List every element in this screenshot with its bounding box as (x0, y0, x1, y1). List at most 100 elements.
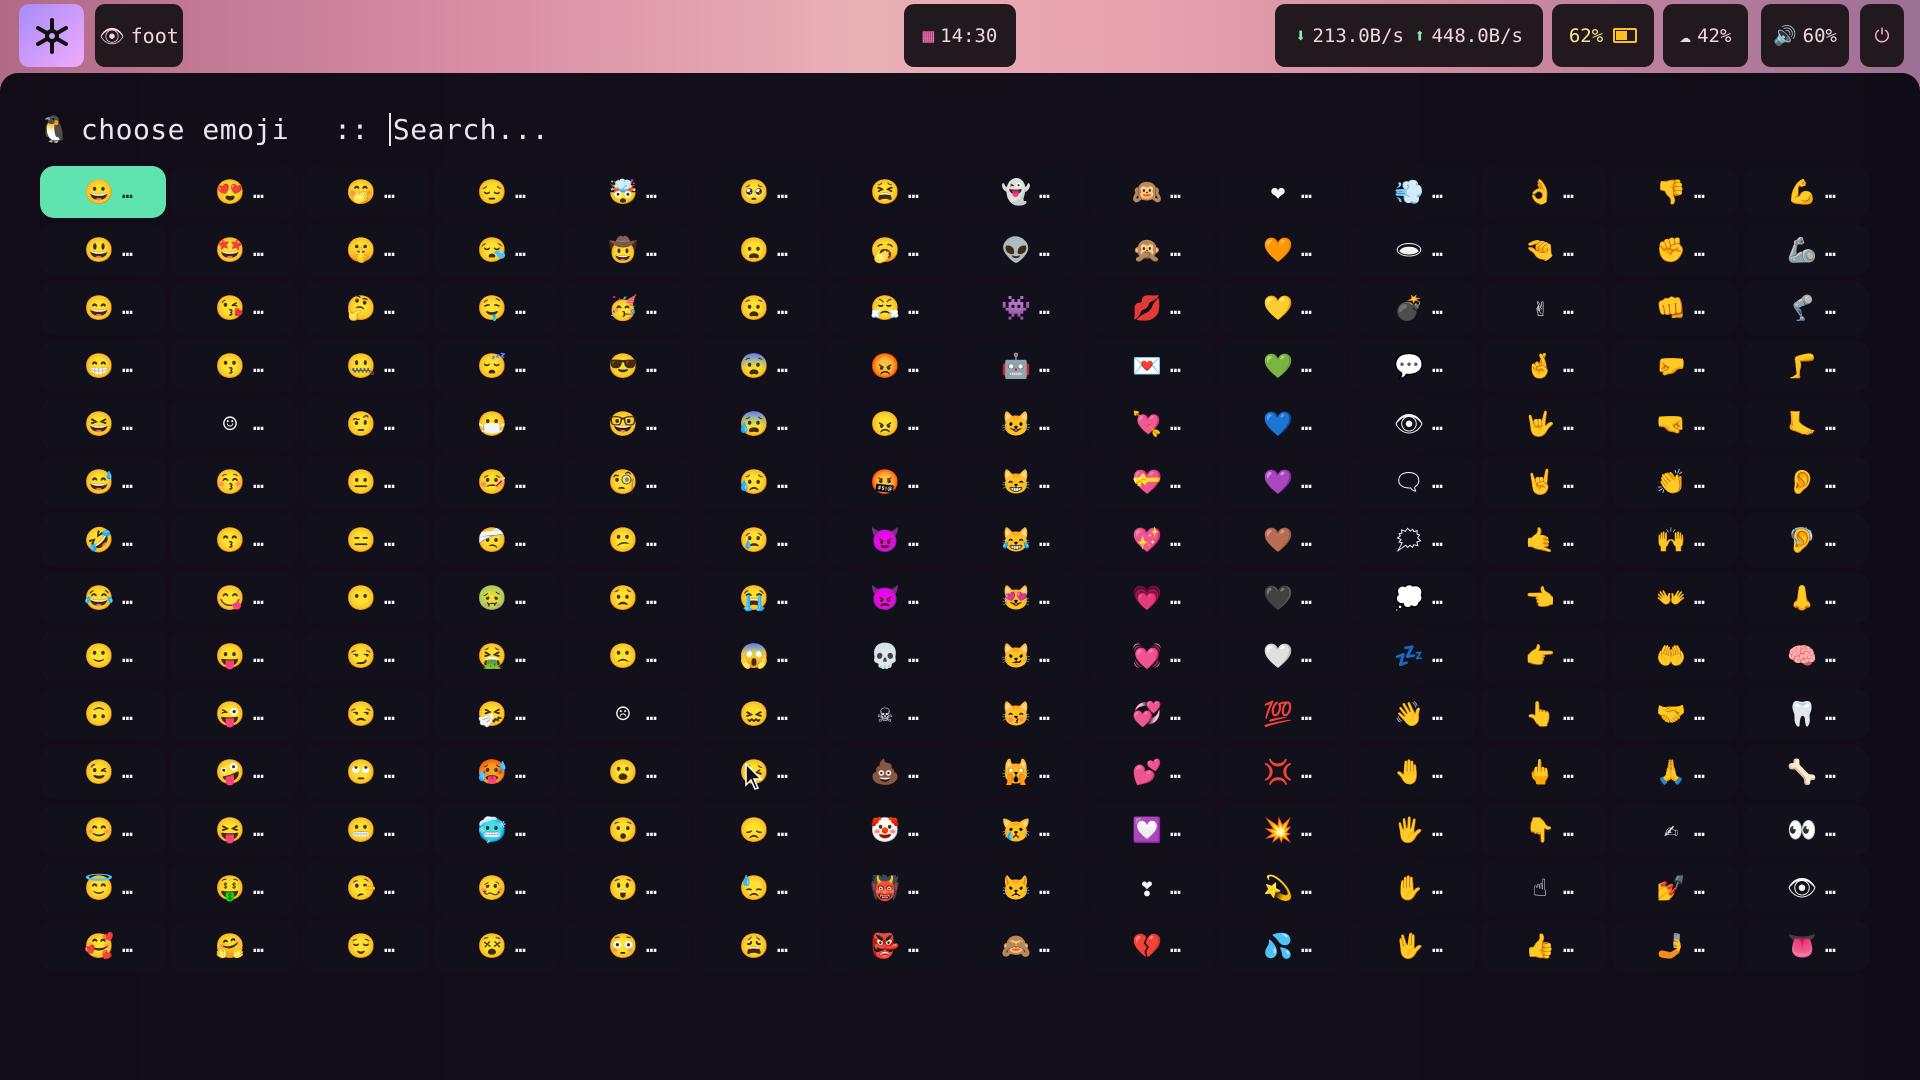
emoji-item[interactable]: 💔… (1088, 920, 1214, 972)
emoji-item[interactable]: 💬… (1350, 340, 1476, 392)
emoji-item[interactable]: 👾… (957, 282, 1083, 334)
emoji-item[interactable]: 💖… (1088, 514, 1214, 566)
emoji-item[interactable]: ☝… (1481, 862, 1607, 914)
emoji-item[interactable]: 🥵… (433, 746, 559, 798)
emoji-item[interactable]: 😄… (40, 282, 166, 334)
emoji-item[interactable]: ❣… (1088, 862, 1214, 914)
emoji-item[interactable]: 🖖… (1350, 920, 1476, 972)
emoji-item[interactable]: 🤚… (1350, 746, 1476, 798)
emoji-item[interactable]: 💤… (1350, 630, 1476, 682)
emoji-item[interactable]: 😬… (302, 804, 428, 856)
emoji-item[interactable]: 🤕… (433, 514, 559, 566)
emoji-item[interactable]: 🤗… (171, 920, 297, 972)
emoji-item[interactable]: 👋… (1350, 688, 1476, 740)
emoji-item[interactable]: 🤘… (1481, 456, 1607, 508)
emoji-item[interactable]: 🧐… (564, 456, 690, 508)
emoji-item[interactable]: 😕… (564, 514, 690, 566)
emoji-item[interactable]: 🙀… (957, 746, 1083, 798)
emoji-item[interactable]: 💨… (1350, 166, 1476, 218)
emoji-item[interactable]: 😡… (826, 340, 952, 392)
emoji-item[interactable]: 🤍… (1219, 630, 1345, 682)
emoji-item[interactable]: 💕… (1088, 746, 1214, 798)
emoji-item[interactable]: 👎… (1612, 166, 1738, 218)
emoji-item[interactable]: 💋… (1088, 282, 1214, 334)
emoji-item[interactable]: 😨… (695, 340, 821, 392)
emoji-item[interactable]: 👆… (1481, 688, 1607, 740)
emoji-item[interactable]: 🤜… (1612, 398, 1738, 450)
emoji-item[interactable]: 🤲… (1612, 630, 1738, 682)
emoji-item[interactable]: 🤒… (433, 456, 559, 508)
power-button[interactable]: ⏻ (1860, 4, 1904, 67)
emoji-item[interactable]: 🙏… (1612, 746, 1738, 798)
emoji-item[interactable]: 🤞… (1481, 340, 1607, 392)
emoji-item[interactable]: ❤… (1219, 166, 1345, 218)
emoji-item[interactable]: 😱… (695, 630, 821, 682)
emoji-item[interactable]: 🗯… (1350, 514, 1476, 566)
emoji-item[interactable]: 😿… (957, 804, 1083, 856)
emoji-item[interactable]: 😏… (302, 630, 428, 682)
emoji-item[interactable]: 🤪… (171, 746, 297, 798)
emoji-item[interactable]: 😀… (40, 166, 166, 218)
emoji-item[interactable]: ☹… (564, 688, 690, 740)
emoji-item[interactable]: 😖… (695, 688, 821, 740)
emoji-item[interactable]: 🤥… (302, 862, 428, 914)
emoji-item[interactable]: 😇… (40, 862, 166, 914)
emoji-item[interactable]: 👁… (1743, 862, 1869, 914)
emoji-item[interactable]: 🤭… (302, 166, 428, 218)
emoji-item[interactable]: 😪… (433, 224, 559, 276)
emoji-item[interactable]: ✋… (1350, 862, 1476, 914)
emoji-item[interactable]: 😒… (302, 688, 428, 740)
emoji-item[interactable]: ✊… (1612, 224, 1738, 276)
emoji-item[interactable]: 💢… (1219, 746, 1345, 798)
emoji-item[interactable]: 🦵… (1743, 340, 1869, 392)
emoji-item[interactable]: 😋… (171, 572, 297, 624)
emoji-item[interactable]: 😢… (695, 514, 821, 566)
emoji-item[interactable]: 🖕… (1481, 746, 1607, 798)
clock-widget[interactable]: ▦ 14:30 (904, 4, 1016, 67)
emoji-item[interactable]: 😻… (957, 572, 1083, 624)
emoji-item[interactable]: 👃… (1743, 572, 1869, 624)
emoji-item[interactable]: 👊… (1612, 282, 1738, 334)
emoji-item[interactable]: 😔… (433, 166, 559, 218)
weather-widget[interactable]: ☁ 42% (1663, 4, 1748, 67)
emoji-item[interactable]: 💅… (1612, 862, 1738, 914)
emoji-item[interactable]: 😫… (826, 166, 952, 218)
emoji-item[interactable]: 👀… (1743, 804, 1869, 856)
emoji-item[interactable]: 🦷… (1743, 688, 1869, 740)
emoji-item[interactable]: 👂… (1743, 456, 1869, 508)
emoji-item[interactable]: 🤝… (1612, 688, 1738, 740)
emoji-item[interactable]: 🙈… (957, 920, 1083, 972)
emoji-item[interactable]: 🥳… (564, 282, 690, 334)
emoji-item[interactable]: 💥… (1219, 804, 1345, 856)
emoji-item[interactable]: 💟… (1088, 804, 1214, 856)
emoji-item[interactable]: 😶… (302, 572, 428, 624)
emoji-item[interactable]: 🦾… (1743, 224, 1869, 276)
emoji-item[interactable]: 👏… (1612, 456, 1738, 508)
emoji-item[interactable]: 😘… (171, 282, 297, 334)
emoji-item[interactable]: 🤙… (1481, 514, 1607, 566)
emoji-item[interactable]: 😍… (171, 166, 297, 218)
emoji-item[interactable]: 😆… (40, 398, 166, 450)
emoji-item[interactable]: 😴… (433, 340, 559, 392)
emoji-item[interactable]: 😙… (171, 514, 297, 566)
emoji-item[interactable]: 🤮… (433, 630, 559, 682)
emoji-item[interactable]: 😅… (40, 456, 166, 508)
emoji-item[interactable]: ☠… (826, 688, 952, 740)
emoji-item[interactable]: 👺… (826, 920, 952, 972)
emoji-item[interactable]: 😩… (695, 920, 821, 972)
emoji-item[interactable]: 💀… (826, 630, 952, 682)
emoji-item[interactable]: 😽… (957, 688, 1083, 740)
emoji-item[interactable]: 🖤… (1219, 572, 1345, 624)
emoji-item[interactable]: 👁… (1350, 398, 1476, 450)
active-window[interactable]: 👁 foot (95, 4, 183, 67)
emoji-item[interactable]: 🙄… (302, 746, 428, 798)
emoji-item[interactable]: 😓… (695, 862, 821, 914)
emoji-item[interactable]: 🧡… (1219, 224, 1345, 276)
emoji-item[interactable]: 💝… (1088, 456, 1214, 508)
emoji-item[interactable]: ☺… (171, 398, 297, 450)
emoji-item[interactable]: 😯… (564, 804, 690, 856)
emoji-item[interactable]: 🤔… (302, 282, 428, 334)
emoji-item[interactable]: 👿… (826, 572, 952, 624)
emoji-item[interactable]: 👇… (1481, 804, 1607, 856)
emoji-item[interactable]: 👅… (1743, 920, 1869, 972)
